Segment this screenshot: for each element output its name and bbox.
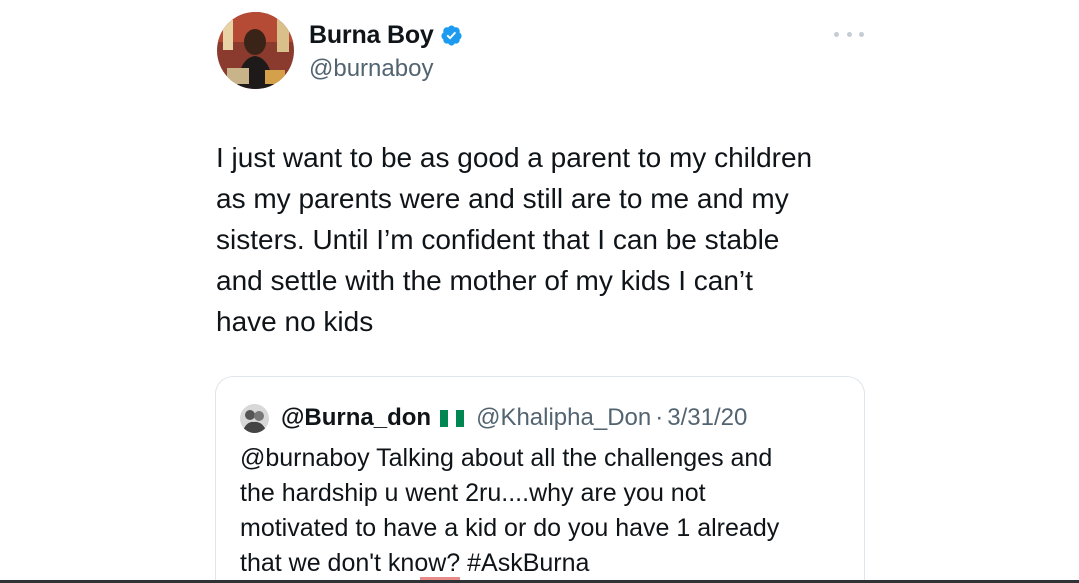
quoted-author-avatar[interactable] [240, 403, 269, 433]
tweet-line: sisters. Until I’m confident that I can … [216, 224, 780, 255]
tweet-body: I just want to be as good a parent to my… [216, 137, 876, 342]
tweet-line: and settle with the mother of my kids I … [216, 265, 753, 296]
tweet-screenshot: Burna Boy @burnaboy I just want to be as… [0, 0, 1079, 583]
author-display-name[interactable]: Burna Boy [309, 21, 434, 50]
quoted-display-name[interactable]: @Burna_don [281, 404, 431, 432]
quoted-tweet-card[interactable]: @Burna_don @Khalipha_Don · 3/31/20 @burn… [215, 376, 865, 583]
more-options-icon[interactable] [834, 24, 864, 44]
quoted-date[interactable]: 3/31/20 [667, 404, 747, 432]
author-handle[interactable]: @burnaboy [309, 55, 433, 83]
quoted-line: @burnaboy Talking about all the challeng… [240, 444, 773, 472]
quoted-line: that we don't know? #AskBurna [240, 549, 590, 577]
author-avatar[interactable] [217, 12, 294, 89]
quoted-line: motivated to have a kid or do you have 1… [240, 514, 780, 542]
quoted-avatar-image [240, 403, 269, 433]
verified-badge-icon [441, 24, 462, 46]
quoted-tweet-body: @burnaboy Talking about all the challeng… [240, 441, 840, 581]
tweet-line: have no kids [216, 306, 374, 337]
author-name-row: Burna Boy [309, 18, 463, 52]
quoted-handle[interactable]: @Khalipha_Don [476, 404, 651, 432]
nigeria-flag-icon [440, 409, 465, 427]
tweet-line: as my parents were and still are to me a… [216, 183, 789, 214]
avatar-image [217, 12, 294, 89]
quoted-tweet-header: @Burna_don @Khalipha_Don · 3/31/20 [240, 403, 747, 433]
quoted-line: the hardship u went 2ru....why are you n… [240, 479, 706, 507]
tweet-line: I just want to be as good a parent to my… [216, 142, 813, 173]
separator-dot: · [655, 404, 664, 431]
